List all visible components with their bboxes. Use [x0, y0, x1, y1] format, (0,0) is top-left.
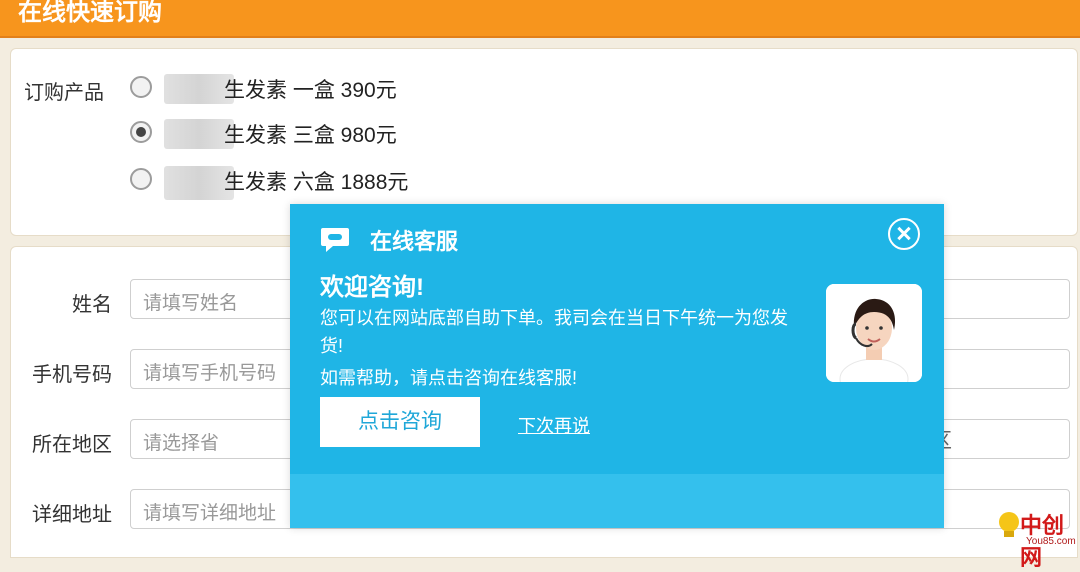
product-option-3-label: 生发素 六盒 1888元	[224, 171, 409, 194]
order-header-title: 在线快速订购	[18, 0, 162, 26]
product-option-2-radio[interactable]	[130, 121, 152, 143]
close-icon[interactable]	[888, 218, 920, 250]
product-option-1-label: 生发素 一盒 390元	[224, 79, 397, 102]
agent-headset-portrait-icon	[826, 284, 922, 382]
bulb-logo-icon	[999, 512, 1019, 537]
order-product-label: 订购产品	[24, 82, 104, 104]
region-label: 所在地区	[32, 434, 112, 456]
product-option-1-radio[interactable]	[130, 76, 152, 98]
address-label: 详细地址	[32, 504, 112, 526]
phone-label: 手机号码	[32, 364, 112, 386]
popup-heading: 欢迎咨询!	[320, 274, 424, 301]
popup-title: 在线客服	[370, 229, 459, 254]
popup-message: 您可以在网站底部自助下单。我司会在当日下午统一为您发货!	[320, 308, 788, 356]
popup-footer	[290, 474, 944, 528]
order-header-bar: 在线快速订购	[0, 0, 1080, 38]
product-option-2-label: 生发素 三盒 980元	[224, 124, 397, 147]
customer-service-popup: 在线客服 欢迎咨询! 您可以在网站底部自助下单。我司会在当日下午统一为您发货! …	[290, 204, 944, 528]
name-label: 姓名	[72, 294, 112, 316]
consult-button[interactable]: 点击咨询	[320, 397, 480, 447]
product-option-3-radio[interactable]	[130, 168, 152, 190]
later-link[interactable]: 下次再说	[518, 412, 590, 438]
watermark-logo: 中创网 You85.com	[996, 506, 1080, 570]
popup-help-text: 如需帮助，请点击咨询在线客服!	[320, 368, 577, 388]
watermark-subtext: You85.com	[1026, 536, 1076, 547]
chat-bubble-icon	[321, 228, 349, 252]
agent-avatar	[826, 284, 922, 382]
